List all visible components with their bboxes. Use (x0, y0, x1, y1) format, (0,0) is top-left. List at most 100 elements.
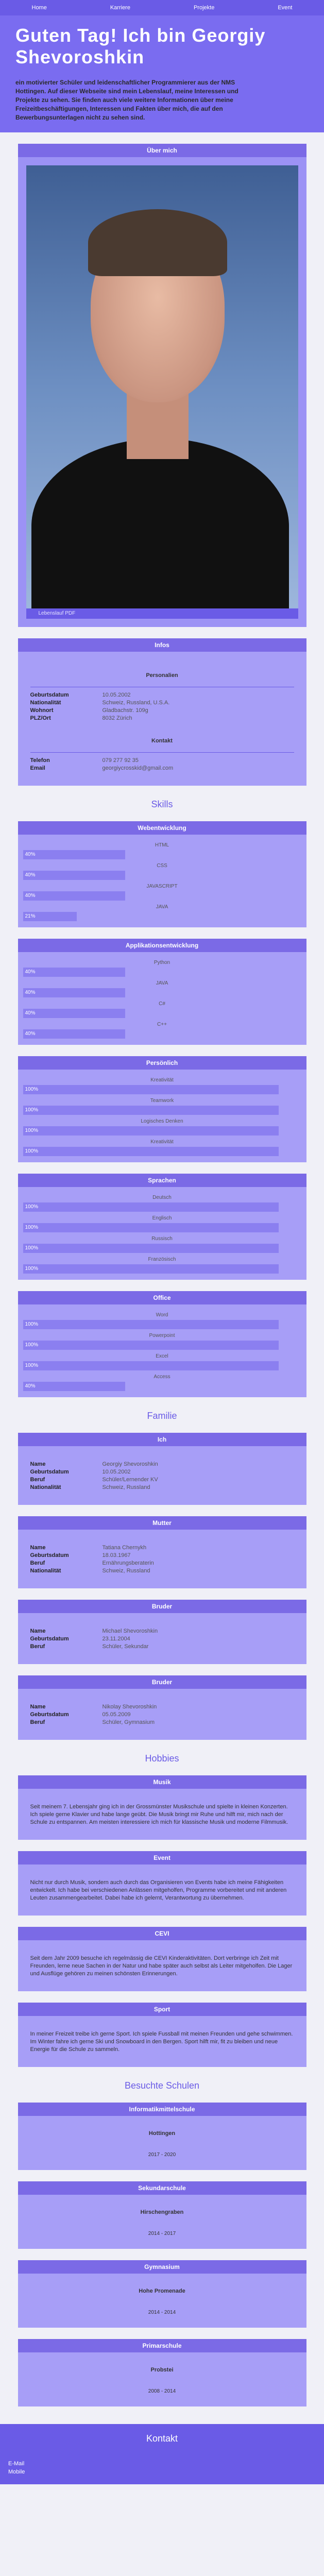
family-key: Name (30, 1704, 46, 1710)
family-card: Mutter Name Tatiana Chernykh Geburtsdatum 18… (18, 1516, 306, 1588)
contact-key: Email (30, 765, 45, 771)
personal-value: 10.05.2002 (102, 692, 131, 698)
skill-name: Word (156, 1312, 168, 1318)
school-card-header: Primarschule (18, 2339, 306, 2352)
skill-bar: 100% (23, 1244, 279, 1253)
family-key: Name (30, 1628, 46, 1634)
nav-event[interactable]: Event (272, 3, 297, 13)
personal-value: 8032 Zürich (102, 715, 132, 721)
family-row: Beruf Ernährungsberaterin (30, 1560, 294, 1567)
skill-name: Russisch (151, 1236, 173, 1242)
skill-bar: 40% (23, 1009, 126, 1018)
skill-bar: 100% (23, 1085, 279, 1094)
nav-karriere[interactable]: Karriere (105, 3, 135, 13)
hobby-card: Musik Seit meinem 7. Lebensjahr ging ich … (18, 1775, 306, 1840)
skill-name: Excel (156, 1353, 168, 1359)
skill-name: Access (154, 1374, 170, 1380)
skill-bar: 100% (23, 1202, 279, 1212)
skill-card-header: Applikationsentwicklung (18, 939, 306, 952)
skill-bar: 40% (23, 1029, 126, 1039)
skill-card-header: Sprachen (18, 1174, 306, 1187)
family-value: Schweiz, Russland (102, 1568, 150, 1574)
contact-email[interactable]: E-Mail (8, 2460, 316, 2468)
skill-card-header: Office (18, 1291, 306, 1304)
family-key: Beruf (30, 1560, 45, 1566)
skill-bar: 40% (23, 988, 126, 997)
family-value: Schweiz, Russland (102, 1484, 150, 1490)
skill-name: JAVA (156, 904, 168, 910)
skill-bar: 100% (23, 1341, 279, 1350)
skill-name: Kreativität (150, 1139, 174, 1145)
skill-name: Teamwork (150, 1098, 174, 1104)
hobby-card: CEVI Seit dem Jahr 2009 besuche ich regel… (18, 1927, 306, 1991)
family-value: Michael Shevoroshkin (102, 1628, 158, 1634)
hobby-card-header: Sport (18, 2003, 306, 2016)
family-card-body: Name Nikolay Shevoroshkin Geburtsdatum 05.0… (18, 1689, 306, 1740)
skill-bar: 100% (23, 1361, 279, 1370)
contact-mobile[interactable]: Mobile (8, 2468, 316, 2476)
skill-card-body: Deutsch 100% Englisch 100% Russisch 100% Franz… (18, 1187, 306, 1280)
family-row: Beruf Schüler, Gymnasium (30, 1719, 294, 1726)
school-card-body: Probstei 2008 - 2014 (18, 2352, 306, 2406)
skill-bar: 40% (23, 850, 126, 859)
personal-key: Wohnort (30, 707, 54, 714)
cv-pdf-link[interactable]: Lebenslauf PDF (26, 608, 298, 619)
skill-name: HTML (155, 842, 169, 848)
family-key: Name (30, 1545, 46, 1551)
contact-row: Email georgiycrosskid@gmail.com (30, 765, 294, 772)
school-card-body: Hohe Promenade 2014 - 2014 (18, 2274, 306, 2328)
hero-intro: ein motivierter Schüler und leidenschaft… (15, 79, 238, 121)
hero: Guten Tag! Ich bin Georgiy Shevoroshkin … (0, 15, 324, 132)
school-name: Hottingen (148, 2130, 176, 2137)
nav-home[interactable]: Home (27, 3, 52, 13)
school-name: Hirschengraben (140, 2209, 184, 2215)
skill-name: Englisch (152, 1215, 172, 1221)
skill-bar: 40% (23, 968, 126, 977)
schools-title: Besuchte Schulen (124, 2080, 200, 2091)
family-value: 05.05.2009 (102, 1711, 131, 1718)
portrait-photo (26, 165, 298, 608)
skill-name: C++ (157, 1022, 167, 1027)
hobby-text: In meiner Freizeit treibe ich gerne Spor… (18, 2016, 306, 2067)
contact-value: georgiycrosskid@gmail.com (102, 765, 174, 771)
family-value: 10.05.2002 (102, 1469, 131, 1475)
personal-row: Wohnort Gladbachstr. 109g (30, 707, 294, 715)
family-row: Name Georgiy Shevoroshkin (30, 1461, 294, 1468)
school-card-body: Hirschengraben 2014 - 2017 (18, 2195, 306, 2249)
family-row: Name Tatiana Chernykh (30, 1544, 294, 1552)
family-key: Geburtsdatum (30, 1552, 69, 1558)
info-header: Infos (18, 638, 306, 652)
family-row: Geburtsdatum 18.03.1967 (30, 1552, 294, 1560)
school-card-header: Informatikmittelschule (18, 2103, 306, 2116)
skill-name: Python (154, 960, 170, 965)
about-card: Über mich Lebenslauf PDF (18, 144, 306, 627)
skill-card: Persönlich Kreativität 100% Teamwork 100% Log… (18, 1056, 306, 1162)
skill-bar: 40% (23, 891, 126, 901)
contact-footer-title: Kontakt (146, 2433, 178, 2444)
family-value: Ernährungsberaterin (102, 1560, 154, 1566)
family-key: Beruf (30, 1477, 45, 1483)
contact-value: 079 277 92 35 (102, 757, 139, 764)
personal-row: Geburtsdatum 10.05.2002 (30, 691, 294, 699)
skill-bar: 100% (23, 1106, 279, 1115)
family-value: Georgiy Shevoroshkin (102, 1461, 158, 1467)
skill-name: CSS (157, 863, 167, 869)
skill-bar: 100% (23, 1320, 279, 1329)
family-key: Nationalität (30, 1484, 61, 1490)
family-row: Name Nikolay Shevoroshkin (30, 1703, 294, 1711)
family-card-header: Mutter (18, 1516, 306, 1530)
info-card: Infos Personalien Geburtsdatum 10.05.2002… (18, 638, 306, 786)
school-card: Sekundarschule Hirschengraben 2014 - 2017 (18, 2181, 306, 2249)
hobby-card-header: Event (18, 1851, 306, 1865)
family-card-header: Ich (18, 1433, 306, 1446)
personal-key: PLZ/Ort (30, 715, 51, 721)
family-key: Geburtsdatum (30, 1636, 69, 1642)
contact-title: Kontakt (151, 738, 173, 744)
skill-card-header: Webentwicklung (18, 821, 306, 835)
skill-card-body: HTML 40% CSS 40% JAVASCRIPT 40% JAVA 21% (18, 835, 306, 927)
nav-projekte[interactable]: Projekte (189, 3, 219, 13)
school-card-header: Gymnasium (18, 2260, 306, 2274)
contact-footer: Kontakt E-Mail Mobile (0, 2424, 324, 2484)
family-card-body: Name Georgiy Shevoroshkin Geburtsdatum 10.0… (18, 1446, 306, 1505)
school-card: Primarschule Probstei 2008 - 2014 (18, 2339, 306, 2406)
